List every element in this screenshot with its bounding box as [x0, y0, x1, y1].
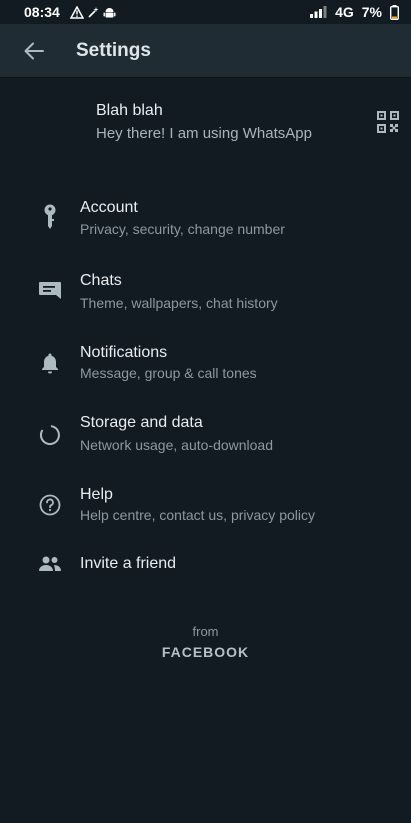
settings-item-chats[interactable]: Chats Theme, wallpapers, chat history: [0, 270, 411, 330]
network-type: 4G: [335, 4, 354, 20]
arrow-left-icon: [24, 42, 44, 59]
data-usage-icon: [38, 423, 62, 447]
settings-item-label: Account: [80, 199, 138, 216]
qr-code-icon: [377, 111, 399, 133]
back-button[interactable]: [20, 37, 48, 65]
settings-item-storage[interactable]: Storage and data Network usage, auto-dow…: [0, 412, 411, 472]
footer: from FACEBOOK: [0, 624, 411, 660]
magic-wand-icon: [88, 6, 99, 18]
status-bar: 08:34 4G 7%: [0, 0, 411, 24]
settings-item-description: Help centre, contact us, privacy policy: [80, 507, 315, 523]
settings-item-description: Message, group & call tones: [80, 365, 257, 381]
warning-icon: [69, 5, 84, 19]
settings-item-label: Help: [80, 486, 113, 503]
settings-item-label: Invite a friend: [80, 555, 177, 572]
settings-screen: 08:34 4G 7% Settings Blah blah Hey there…: [0, 0, 411, 823]
settings-item-help[interactable]: Help Help centre, contact us, privacy po…: [0, 483, 411, 543]
battery-icon: [390, 4, 399, 20]
bell-icon: [38, 351, 62, 375]
chat-icon: [38, 279, 62, 303]
settings-item-label: Chats: [80, 272, 122, 289]
settings-item-account[interactable]: Account Privacy, security, change number: [0, 196, 411, 256]
settings-item-invite[interactable]: Invite a friend: [0, 542, 411, 586]
battery-level: 7%: [361, 4, 382, 20]
signal-icon: [310, 6, 327, 18]
footer-from: from: [192, 624, 219, 639]
profile-about: Hey there! I am using WhatsApp: [96, 125, 312, 142]
profile-row[interactable]: Blah blah Hey there! I am using WhatsApp: [0, 90, 411, 160]
settings-item-label: Storage and data: [80, 414, 203, 431]
settings-item-notifications[interactable]: Notifications Message, group & call tone…: [0, 341, 411, 401]
profile-name: Blah blah: [96, 102, 163, 119]
status-notification-icons: [69, 5, 116, 19]
settings-item-description: Network usage, auto-download: [80, 437, 274, 453]
settings-item-description: Privacy, security, change number: [80, 221, 285, 237]
status-right: 4G 7%: [310, 4, 399, 20]
key-icon: [38, 204, 62, 229]
help-icon: [38, 493, 62, 517]
footer-brand: FACEBOOK: [161, 644, 250, 660]
app-bar: Settings: [0, 24, 411, 78]
settings-item-label: Notifications: [80, 344, 168, 361]
people-icon: [38, 552, 62, 576]
page-title: Settings: [76, 39, 151, 61]
status-time: 08:34: [24, 4, 60, 20]
android-icon: [103, 7, 116, 17]
qr-code-button[interactable]: [377, 111, 399, 133]
settings-item-description: Theme, wallpapers, chat history: [80, 295, 278, 311]
